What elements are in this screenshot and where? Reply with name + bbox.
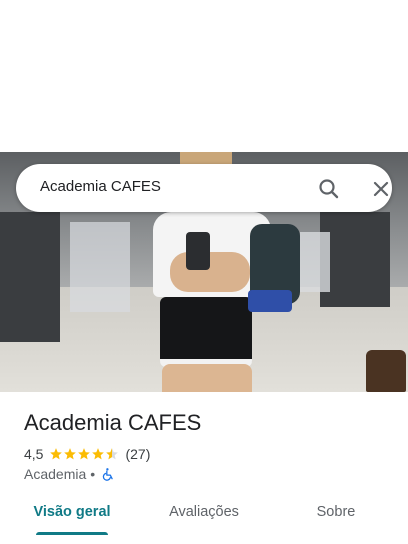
star-icon	[64, 448, 77, 460]
rating-row[interactable]: 4,5 (27)	[24, 445, 150, 463]
photo-stool	[366, 350, 406, 392]
half-star-icon	[106, 448, 119, 460]
photo-background-person-shorts	[248, 290, 292, 312]
active-tab-indicator	[36, 532, 108, 535]
tab-overview[interactable]: Visão geral	[16, 504, 128, 520]
close-icon[interactable]	[368, 176, 394, 202]
star-icon	[50, 448, 63, 460]
photo-person-arm	[170, 252, 250, 292]
place-title: Academia CAFES	[24, 410, 202, 435]
place-tabs: Visão geral Avaliações Sobre	[0, 492, 408, 544]
gym-machine-shape	[0, 212, 60, 342]
search-bar[interactable]: Academia CAFES	[16, 164, 392, 212]
review-count: (27)	[125, 446, 151, 462]
search-icon[interactable]	[316, 176, 342, 202]
photo-person-legs	[162, 364, 252, 392]
gym-machine-shape	[70, 222, 130, 312]
star-icon	[78, 448, 91, 460]
category-separator: •	[90, 466, 96, 482]
rating-value: 4,5	[24, 446, 44, 462]
gym-machine-shape	[300, 232, 330, 292]
photo-phone	[186, 232, 210, 270]
star-icon	[92, 448, 105, 460]
gym-machine-shape	[320, 212, 390, 307]
wheelchair-icon	[102, 468, 113, 481]
rating-stars	[49, 447, 119, 461]
photo-person-shorts	[160, 297, 252, 367]
place-category: Academia	[24, 466, 87, 482]
tab-reviews[interactable]: Avaliações	[148, 504, 260, 520]
category-row: Academia •	[24, 465, 115, 483]
tab-about[interactable]: Sobre	[280, 504, 392, 520]
search-query-text[interactable]: Academia CAFES	[40, 178, 161, 195]
